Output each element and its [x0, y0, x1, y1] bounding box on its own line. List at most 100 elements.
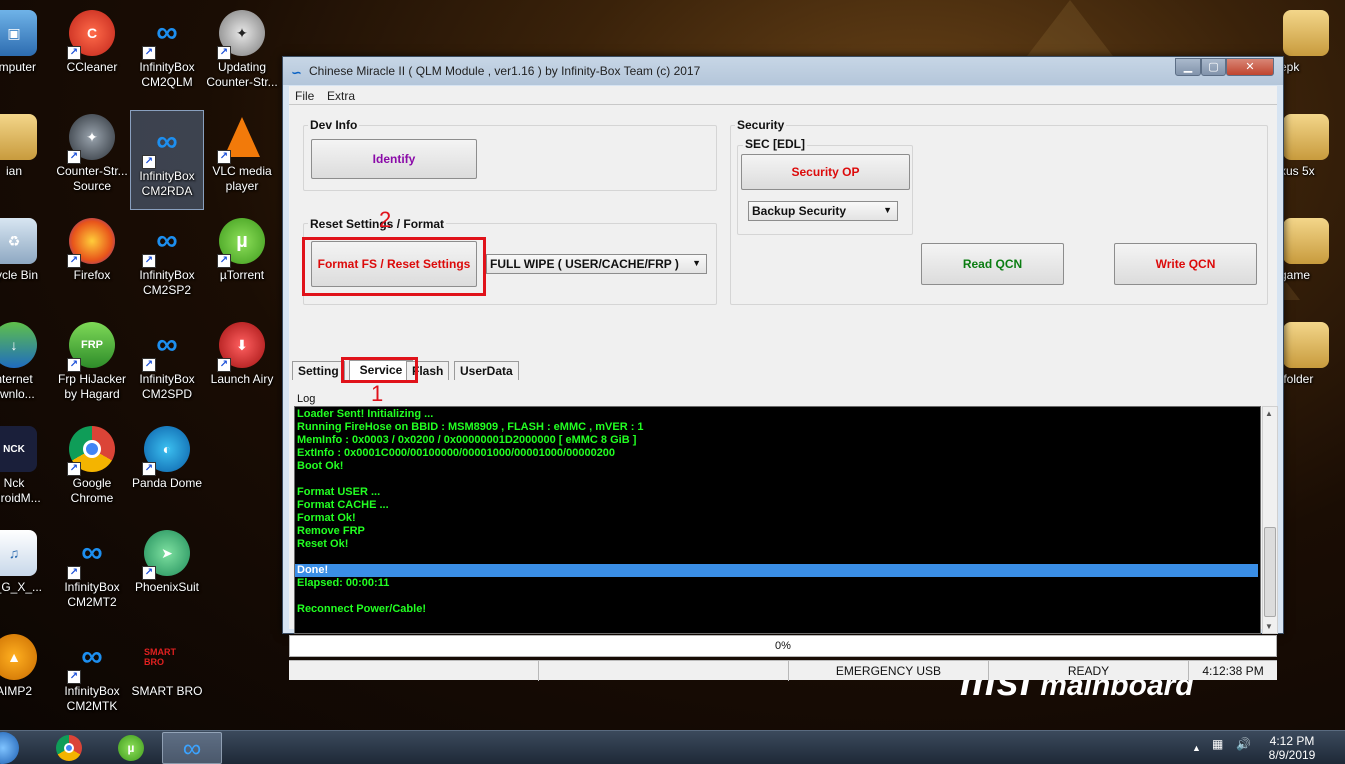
app-client: Dev Info Identify Reset Settings / Forma…	[289, 105, 1278, 681]
counter-strike-icon: ✦ ↗	[67, 114, 115, 164]
computer-icon: ▣	[0, 10, 37, 56]
status-bar: EMERGENCY USB READY 4:12:38 PM	[289, 660, 1277, 681]
start-button[interactable]	[0, 732, 28, 764]
firefox-icon: ↗	[67, 218, 115, 268]
log-line: MemInfo : 0x0003 / 0x0200 / 0x00000001D2…	[297, 434, 637, 446]
network-icon[interactable]: ▦	[1212, 737, 1223, 751]
log-line: ExtInfo : 0x0001C000/00100000/00001000/0…	[297, 447, 616, 459]
chevron-down-icon: ▼	[883, 205, 892, 215]
security-action-select[interactable]: Backup Security ▼	[748, 201, 898, 221]
log-line: Reset Ok!	[297, 538, 349, 550]
volume-icon[interactable]: 🔊	[1236, 737, 1251, 751]
log-line: Boot Ok!	[297, 460, 344, 472]
infinitybox-qlm-icon: ∞ ↗	[142, 10, 190, 60]
scroll-thumb[interactable]	[1264, 527, 1276, 617]
infinitybox-rda-icon: ∞ ↗	[142, 119, 190, 169]
tab-setting[interactable]: Setting	[292, 361, 345, 380]
wipe-mode-select[interactable]: FULL WIPE ( USER/CACHE/FRP ) ▼	[486, 254, 707, 274]
folder-icon	[1283, 10, 1329, 56]
app-window: ∽ Chinese Miracle II ( QLM Module , ver1…	[282, 56, 1284, 681]
utorrent-icon: µ	[118, 735, 144, 761]
close-button[interactable]: ✕	[1226, 58, 1274, 76]
app-logo-icon: ∽	[291, 65, 302, 80]
menu-file[interactable]: File	[295, 89, 314, 103]
progress-label: 0%	[775, 640, 791, 652]
log-line: Elapsed: 00:00:11	[297, 577, 390, 589]
status-cell-empty-1	[289, 661, 539, 681]
media-file-icon: ♫	[0, 530, 37, 576]
sec-edl-title: SEC [EDL]	[743, 137, 807, 151]
annotation-number-1: 1	[371, 381, 384, 406]
nck-icon: NCK	[0, 426, 37, 472]
infinitybox-icon: ∞	[182, 732, 202, 763]
log-line: Done!	[295, 564, 1258, 577]
write-qcn-button[interactable]: Write QCN	[1114, 243, 1257, 285]
progress-bar: 0%	[289, 635, 1277, 657]
wipe-mode-value: FULL WIPE ( USER/CACHE/FRP )	[490, 257, 679, 271]
log-scrollbar[interactable]: ▲ ▼	[1262, 406, 1278, 634]
clock-time: 4:12 PM	[1269, 734, 1315, 748]
desktop-icon-infinitybox-cm2rda[interactable]: ∞ ↗ InfinityBox CM2RDA	[130, 110, 204, 210]
annotation-highlight-service	[341, 357, 418, 383]
infinitybox-spd-icon: ∞ ↗	[142, 218, 190, 268]
desktop-icon-panda-dome[interactable]: ◐ ↗ Panda Dome	[123, 418, 211, 518]
taskbar-chrome[interactable]	[39, 732, 99, 764]
windows-start-icon	[0, 732, 19, 764]
download-manager-icon: ↓	[0, 322, 37, 368]
log-line: Reconnect Power/Cable!	[297, 603, 426, 615]
recycle-bin-icon: ♻	[0, 218, 37, 264]
identify-button[interactable]: Identify	[311, 139, 477, 179]
tray-expand-icon[interactable]: ▲	[1192, 743, 1201, 753]
chrome-icon	[56, 735, 82, 761]
window-title: Chinese Miracle II ( QLM Module , ver1.1…	[309, 64, 701, 78]
log-output[interactable]: Loader Sent! Initializing ... Running Fir…	[294, 406, 1261, 634]
taskbar-utorrent[interactable]: µ	[101, 732, 161, 764]
menu-bar: File Extra	[289, 86, 1277, 105]
status-connection: EMERGENCY USB	[789, 661, 989, 681]
scroll-up-icon[interactable]: ▲	[1265, 409, 1273, 418]
infinitybox-mtk-icon: ∞ ↗	[67, 634, 115, 684]
counter-strike-icon: ✦ ↗	[217, 10, 265, 60]
scroll-down-icon[interactable]: ▼	[1265, 622, 1273, 631]
desktop-icon-counter-strike[interactable]: ✦ ↗ Counter-Str... Source	[48, 106, 136, 206]
folder-icon	[1283, 218, 1329, 264]
security-title: Security	[735, 118, 787, 132]
status-state: READY	[989, 661, 1189, 681]
desktop-icon-smart-bro[interactable]: SMART BRO SMART BRO	[123, 626, 211, 726]
desktop-icon-launch-airy[interactable]: ⬇ ↗ Launch Airy	[198, 314, 286, 414]
chrome-icon: ↗	[67, 426, 115, 476]
status-time: 4:12:38 PM	[1202, 664, 1264, 678]
annotation-highlight-format	[302, 237, 486, 296]
frp-hijacker-icon: FRP ↗	[67, 322, 115, 372]
log-line: Remove FRP	[297, 525, 365, 537]
infinitybox-mtk-icon: ∞ ↗	[67, 530, 115, 580]
desktop-icon-utorrent[interactable]: µ ↗ µTorrent	[198, 210, 286, 310]
security-op-button[interactable]: Security OP	[741, 154, 910, 190]
desktop-icon-updating-counter-strike[interactable]: ✦ ↗ Updating Counter-Str...	[198, 2, 286, 102]
ccleaner-icon: C ↗	[67, 10, 115, 60]
minimize-button[interactable]: ▁	[1175, 58, 1201, 76]
log-line: Loader Sent! Initializing ...	[297, 408, 434, 420]
chevron-down-icon: ▼	[692, 258, 701, 268]
menu-extra[interactable]: Extra	[327, 89, 355, 103]
desktop-icon-vlc[interactable]: ↗ VLC media player	[198, 106, 286, 206]
panda-dome-icon: ◐ ↗	[142, 426, 190, 476]
taskbar-infinitybox[interactable]: ∞	[162, 732, 222, 764]
title-bar[interactable]: ∽ Chinese Miracle II ( QLM Module , ver1…	[283, 57, 1283, 85]
security-action-value: Backup Security	[752, 204, 847, 218]
dev-info-title: Dev Info	[308, 118, 360, 132]
maximize-button[interactable]: ▢	[1201, 58, 1226, 76]
phoenixsuit-icon: ➤ ↗	[142, 530, 190, 580]
taskbar-clock[interactable]: 4:12 PM 8/9/2019	[1262, 734, 1322, 762]
airy-icon: ⬇ ↗	[217, 322, 265, 372]
read-qcn-button[interactable]: Read QCN	[921, 243, 1064, 285]
desktop-icon-phoenixsuit[interactable]: ➤ ↗ PhoenixSuit	[123, 522, 211, 622]
log-line: Running FireHose on BBID : MSM8909 , FLA…	[297, 421, 644, 433]
clock-date: 8/9/2019	[1268, 748, 1316, 762]
log-line: Format Ok!	[297, 512, 356, 524]
tab-userdata[interactable]: UserData	[454, 361, 519, 380]
infinitybox-spd-icon: ∞ ↗	[142, 322, 190, 372]
